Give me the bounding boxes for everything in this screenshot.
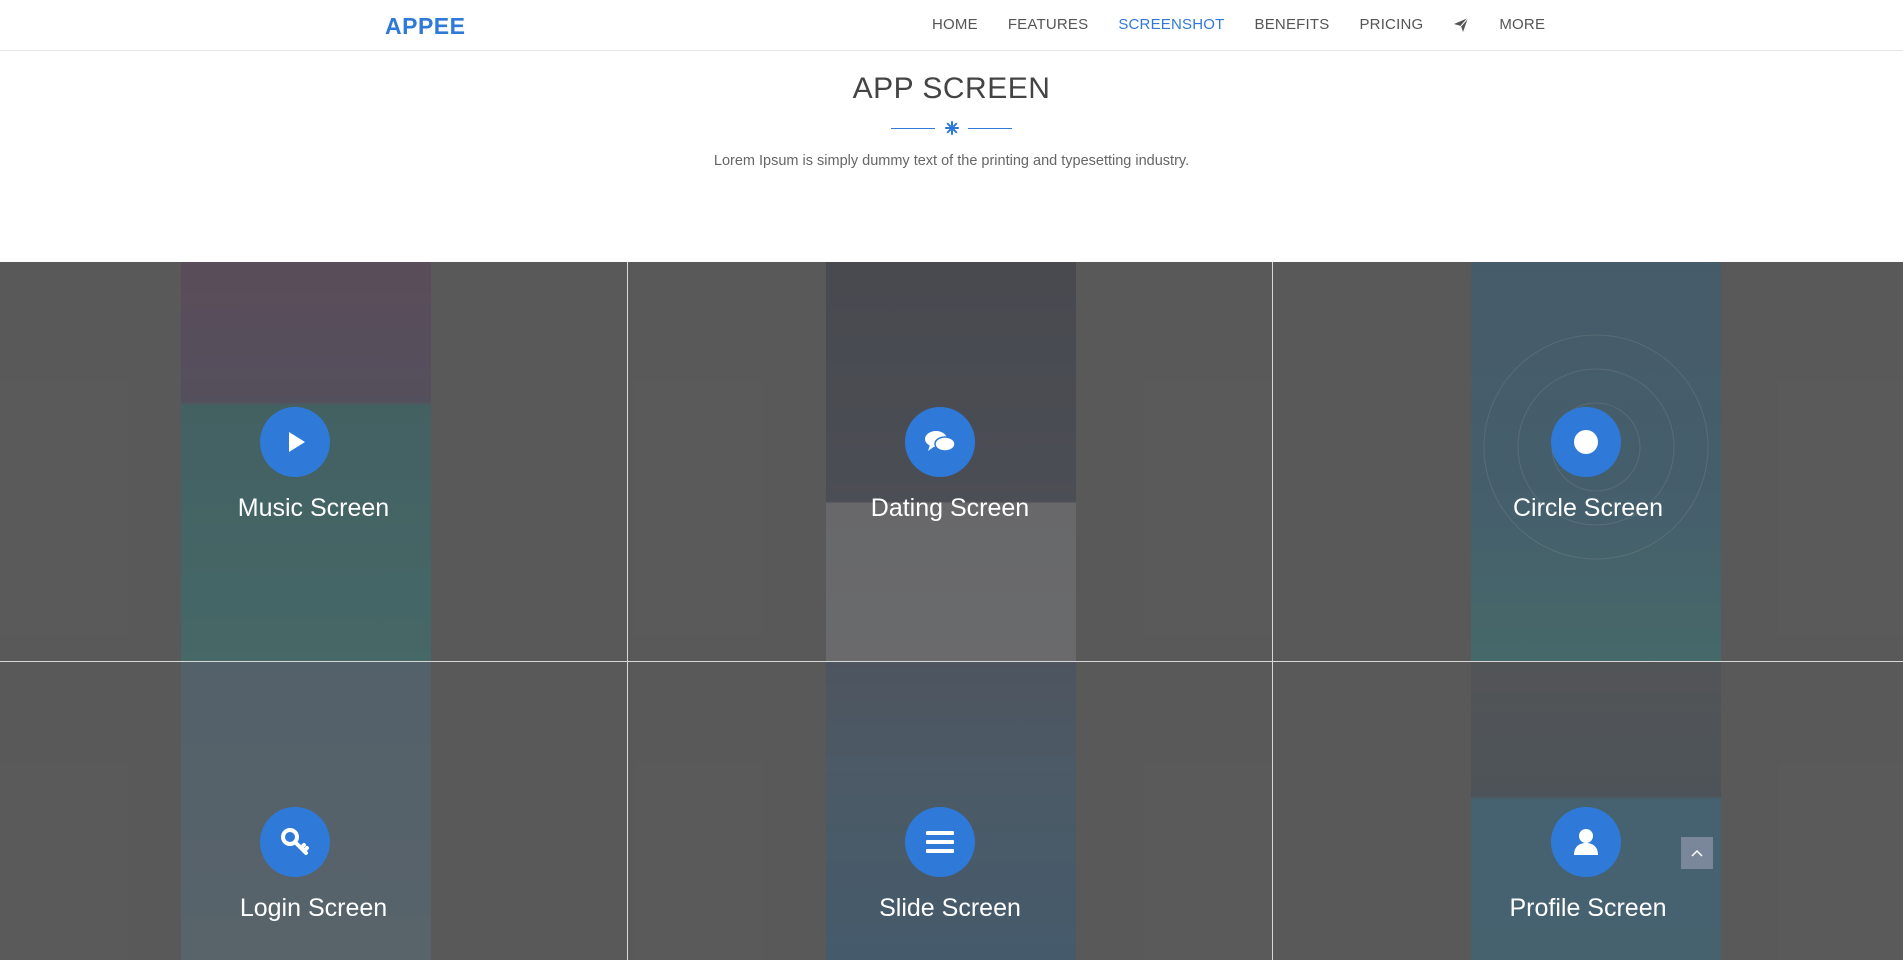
circle-icon[interactable] — [1551, 407, 1621, 477]
screen-label: Slide Screen — [879, 894, 1021, 922]
screen-card-circle[interactable]: Circle Screen — [1273, 262, 1903, 661]
section-subtitle: Lorem Ipsum is simply dummy text of the … — [713, 153, 1190, 169]
nav-pricing[interactable]: PRICING — [1359, 16, 1423, 33]
screen-label: Dating Screen — [870, 494, 1030, 522]
paper-plane-icon[interactable] — [1453, 17, 1469, 33]
brand-logo[interactable]: APPEE — [385, 13, 465, 40]
menu-icon[interactable] — [905, 807, 975, 877]
key-icon[interactable] — [260, 807, 330, 877]
nav-features[interactable]: FEATURES — [1008, 16, 1089, 33]
screen-card-music[interactable]: Music Screen — [0, 262, 627, 661]
screen-label: Circle Screen — [1512, 494, 1664, 522]
nav-more[interactable]: MORE — [1499, 16, 1545, 33]
screen-label: Profile Screen — [1509, 894, 1667, 922]
screen-label: Music Screen — [237, 494, 390, 522]
screen-card-login[interactable]: Login Screen — [0, 662, 627, 960]
screen-card-slide[interactable]: Slide Screen — [628, 662, 1272, 960]
screen-label: Login Screen — [239, 894, 388, 922]
play-icon[interactable] — [260, 407, 330, 477]
nav-benefits[interactable]: BENEFITS — [1255, 16, 1330, 33]
nav-screenshot[interactable]: SCREENSHOT — [1118, 16, 1224, 33]
snowflake-icon — [945, 121, 959, 135]
chevron-up-icon — [1691, 849, 1703, 857]
chat-icon[interactable] — [905, 407, 975, 477]
scroll-to-top-button[interactable] — [1681, 837, 1713, 869]
screen-card-profile[interactable]: Profile Screen — [1273, 662, 1903, 960]
screen-card-dating[interactable]: Dating Screen — [628, 262, 1272, 661]
navbar: APPEE HOME FEATURES SCREENSHOT BENEFITS … — [0, 0, 1903, 51]
title-divider — [891, 120, 1012, 136]
section-title: APP SCREEN — [852, 72, 1051, 105]
nav-menu: HOME FEATURES SCREENSHOT BENEFITS PRICIN… — [932, 16, 1575, 33]
user-icon[interactable] — [1551, 807, 1621, 877]
nav-home[interactable]: HOME — [932, 16, 978, 33]
